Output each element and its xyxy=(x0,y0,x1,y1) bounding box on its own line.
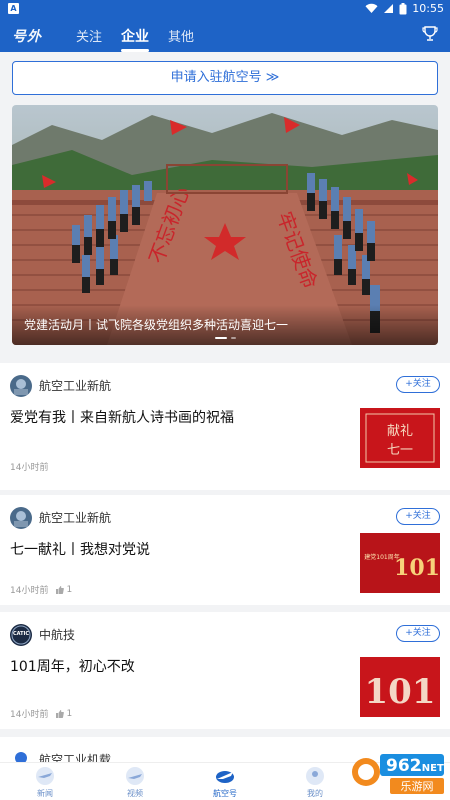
thumb-text-bottom: 101 xyxy=(365,672,436,712)
article-thumbnail[interactable]: 建党101周年 101 xyxy=(360,533,440,593)
watermark-sub: 乐游网 xyxy=(401,780,434,793)
follow-button[interactable]: +关注 xyxy=(396,508,440,525)
feed-card[interactable]: CATIC 中航技 +关注 101周年，初心不改 101 14小时前 1 xyxy=(0,612,450,729)
publish-time: 14小时前 xyxy=(10,710,49,720)
article-meta: 14小时前 1 xyxy=(10,583,72,597)
tab-video[interactable]: 视频 xyxy=(115,766,155,799)
banner-carousel[interactable]: 不忘初心 牢记使命 党建活动月丨试飞院各级党组织多种活动喜迎七一 xyxy=(12,105,438,345)
thumb-text-bottom: 101 xyxy=(394,555,440,581)
source-name[interactable]: 中航技 xyxy=(39,626,75,643)
article-headline[interactable]: 七一献礼丨我想对党说 xyxy=(10,539,340,559)
source-avatar[interactable] xyxy=(10,375,32,397)
carousel-indicator xyxy=(12,337,438,339)
video-icon xyxy=(126,767,144,785)
app-logo: 号外 xyxy=(12,29,42,45)
tab-other[interactable]: 其他 xyxy=(168,26,194,45)
tab-enterprise[interactable]: 企业 xyxy=(121,26,149,52)
banner-caption-overlay: 党建活动月丨试飞院各级党组织多种活动喜迎七一 xyxy=(12,305,438,345)
source-avatar[interactable] xyxy=(10,507,32,529)
thumb-text-top: 献礼 xyxy=(387,423,413,439)
tab-aviation-account-label: 航空号 xyxy=(213,789,237,798)
source-name[interactable]: 航空工业新航 xyxy=(39,377,111,394)
like-count[interactable]: 1 xyxy=(56,585,72,595)
publish-time: 14小时前 xyxy=(10,463,49,473)
profile-icon xyxy=(306,767,324,785)
status-bar: A 10:55 xyxy=(0,0,450,18)
thumbs-up-icon xyxy=(56,585,65,594)
app-notification-icon: A xyxy=(8,3,19,14)
top-navigation: 号外 关注 企业 其他 xyxy=(0,18,450,52)
trophy-icon[interactable] xyxy=(422,25,438,42)
tab-news[interactable]: 新闻 xyxy=(25,766,65,799)
plane-icon xyxy=(216,771,234,783)
thumbs-up-icon xyxy=(56,709,65,718)
publish-time: 14小时前 xyxy=(10,586,49,596)
signal-icon xyxy=(384,4,394,13)
wifi-icon xyxy=(365,3,378,13)
tab-news-label: 新闻 xyxy=(37,789,53,798)
article-meta: 14小时前 xyxy=(10,460,48,473)
tab-mine[interactable]: 我的 xyxy=(295,766,335,799)
like-count-value: 1 xyxy=(66,584,73,595)
article-meta: 14小时前 1 xyxy=(10,707,72,721)
tab-mine-label: 我的 xyxy=(307,789,323,798)
watermark-number: 962 xyxy=(386,756,422,776)
article-headline[interactable]: 101周年，初心不改 xyxy=(10,656,340,676)
article-headline[interactable]: 爱党有我丨来自新航人诗书画的祝福 xyxy=(10,407,340,427)
article-thumbnail[interactable]: 101 xyxy=(360,657,440,717)
tab-video-label: 视频 xyxy=(127,789,143,798)
source-name[interactable]: 航空工业新航 xyxy=(39,509,111,526)
carousel-dot xyxy=(214,337,227,339)
carousel-dot xyxy=(230,337,236,339)
battery-icon xyxy=(399,2,407,14)
site-watermark: 962 .NET 乐游网 xyxy=(350,748,446,796)
thumb-text-bottom: 七一 xyxy=(387,443,413,458)
watermark-suffix: .NET xyxy=(418,763,444,774)
like-count[interactable]: 1 xyxy=(56,709,72,719)
feed-card[interactable]: 航空工业新航 +关注 七一献礼丨我想对党说 建党101周年 101 14小时前 … xyxy=(0,495,450,605)
like-count-value: 1 xyxy=(66,708,73,719)
follow-button[interactable]: +关注 xyxy=(396,376,440,393)
feed-card[interactable]: 航空工业新航 +关注 爱党有我丨来自新航人诗书画的祝福 献礼 七一 14小时前 xyxy=(0,363,450,490)
news-icon xyxy=(36,767,54,785)
article-thumbnail[interactable]: 献礼 七一 xyxy=(360,408,440,468)
apply-aviation-account-button[interactable]: 申请入驻航空号 ≫ xyxy=(12,61,438,95)
clock: 10:55 xyxy=(412,2,444,15)
tab-follow[interactable]: 关注 xyxy=(76,26,102,45)
banner-caption: 党建活动月丨试飞院各级党组织多种活动喜迎七一 xyxy=(24,318,289,332)
avatar-text: CATIC xyxy=(12,631,30,637)
tab-aviation-account[interactable]: 航空号 xyxy=(205,766,245,799)
follow-button[interactable]: +关注 xyxy=(396,625,440,642)
